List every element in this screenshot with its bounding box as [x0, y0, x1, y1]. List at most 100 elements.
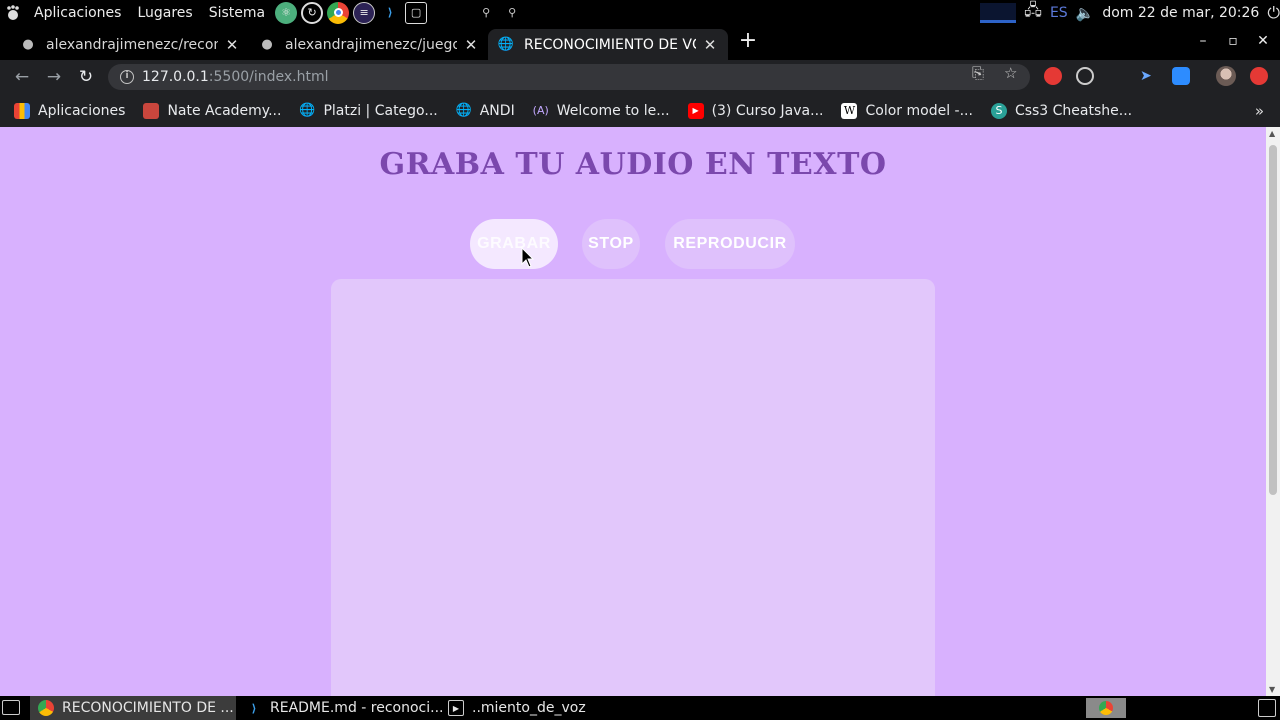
extension-red-icon[interactable]	[1044, 67, 1062, 85]
apps-grid-icon	[14, 102, 30, 119]
update-launcher-icon[interactable]: ↻	[301, 1, 324, 24]
transcript-textarea[interactable]	[331, 279, 935, 696]
extension-target-icon[interactable]	[1076, 67, 1094, 85]
close-icon[interactable]: ✕	[463, 36, 479, 54]
site-info-icon[interactable]: i	[120, 70, 134, 84]
close-icon[interactable]: ✕	[702, 36, 718, 54]
chrome-icon	[1099, 701, 1113, 715]
bookmark-label: Aplicaciones	[38, 102, 126, 119]
taskbar-item-chrome[interactable]: RECONOCIMIENTO DE ...	[30, 696, 236, 720]
clock[interactable]: dom 22 de mar, 20:26	[1102, 5, 1259, 21]
top-panel: Aplicaciones Lugares Sistema ⚛ ↻ ≡ ⟩ ▢ ⚲…	[0, 0, 1280, 25]
minimize-icon[interactable]: –	[1194, 33, 1212, 49]
close-icon[interactable]: ✕	[224, 36, 240, 54]
tab-github-juego[interactable]: ● alexandrajimenezc/juego ✕	[249, 29, 489, 60]
profile-avatar[interactable]	[1216, 66, 1236, 86]
power-icon[interactable]: ⏻	[1267, 3, 1280, 23]
chrome-icon	[38, 700, 54, 716]
translate-icon[interactable]: ⎘	[972, 64, 984, 82]
page-viewport: GRABA TU AUDIO EN TEXTO GRABAR STOP REPR…	[0, 127, 1266, 696]
scroll-down-icon[interactable]: ▼	[1269, 685, 1275, 694]
tab-reconocimiento[interactable]: 🌐 RECONOCIMIENTO DE VC ✕	[488, 29, 728, 60]
mouse-pointer-icon	[521, 247, 535, 268]
taskbar-label: README.md - reconoci...	[270, 700, 442, 716]
close-window-icon[interactable]: ✕	[1254, 33, 1272, 49]
bookmark-color-model[interactable]: W Color model -...	[841, 102, 973, 119]
bookmark-welcome[interactable]: (A) Welcome to le...	[533, 103, 670, 119]
globe-icon: 🌐	[299, 103, 316, 118]
vscode-launcher-icon[interactable]: ⟩	[379, 2, 401, 24]
bottom-panel: RECONOCIMIENTO DE ... ⟩ README.md - reco…	[0, 696, 1280, 720]
reload-icon[interactable]: ↻	[75, 66, 97, 88]
eclipse-launcher-icon[interactable]: ≡	[353, 1, 376, 24]
extension-zoom-icon[interactable]	[1172, 67, 1190, 85]
address-bar[interactable]: i 127.0.0.1 :5500/index.html	[108, 64, 1030, 90]
page-title: GRABA TU AUDIO EN TEXTO	[379, 147, 887, 182]
page-scrollbar[interactable]: ▲ ▼	[1266, 127, 1280, 696]
extension-update-icon[interactable]	[1250, 67, 1268, 85]
angular-icon: (A)	[532, 104, 549, 117]
css-icon: S	[990, 102, 1007, 119]
github-icon: ●	[261, 37, 273, 52]
youtube-icon: ▶	[687, 102, 704, 119]
screenshot-launcher-icon[interactable]: ▢	[405, 1, 428, 24]
taskbar-label: ..miento_de_voz	[472, 700, 586, 716]
bookmark-curso-java[interactable]: ▶ (3) Curso Java...	[687, 102, 824, 119]
bookmark-label: Css3 Cheatshe...	[1014, 102, 1133, 119]
language-indicator[interactable]: ES	[1050, 5, 1068, 21]
url-host: 127.0.0.1	[142, 69, 209, 85]
bookmarks-overflow-icon[interactable]: »	[1255, 102, 1264, 120]
bookmark-aplicaciones[interactable]: Aplicaciones	[14, 102, 126, 119]
tab-title: alexandrajimenezc/recon	[46, 36, 218, 53]
link-launcher-icon[interactable]: ⚲	[475, 2, 497, 24]
menu-sistema[interactable]: Sistema	[201, 5, 273, 21]
taskbar-label: RECONOCIMIENTO DE ...	[62, 700, 234, 716]
network-icon[interactable]: 🖧	[1024, 0, 1042, 26]
record-button[interactable]: GRABAR	[470, 219, 558, 269]
play-button[interactable]: REPRODUCIR	[665, 219, 795, 269]
bookmark-label: Welcome to le...	[556, 102, 670, 119]
show-desktop-icon[interactable]	[2, 700, 20, 715]
bookmarks-bar: Aplicaciones Nate Academy... 🌐 Platzi | …	[0, 94, 1280, 127]
globe-icon: 🌐	[497, 37, 515, 52]
bookmark-label: Color model -...	[865, 102, 973, 119]
scrollbar-thumb[interactable]	[1269, 145, 1277, 495]
terminal-icon: ▶	[448, 700, 464, 716]
bookmark-label: (3) Curso Java...	[711, 102, 824, 119]
bookmark-label: ANDI	[479, 102, 515, 119]
tab-title: alexandrajimenezc/juego	[285, 36, 457, 53]
bookmark-css3-cheatsheet[interactable]: S Css3 Cheatshe...	[990, 102, 1133, 119]
tab-title: RECONOCIMIENTO DE VC	[524, 36, 696, 53]
chrome-launcher-icon[interactable]	[327, 1, 350, 24]
maximize-icon[interactable]: ▫	[1224, 33, 1242, 49]
wikipedia-icon: W	[841, 102, 858, 119]
new-tab-button[interactable]: +	[737, 30, 759, 53]
bookmark-label: Nate Academy...	[167, 102, 282, 119]
extension-cursor-icon[interactable]: ➤	[1140, 68, 1158, 86]
nate-academy-icon	[143, 102, 160, 119]
link-launcher-icon[interactable]: ⚲	[501, 2, 523, 24]
bookmark-andi[interactable]: 🌐 ANDI	[456, 103, 515, 119]
bookmark-nate-academy[interactable]: Nate Academy...	[143, 102, 282, 119]
workspace-switcher[interactable]	[1086, 698, 1126, 718]
taskbar-item-terminal[interactable]: ▶ ..miento_de_voz	[440, 696, 640, 720]
gnome-foot-icon[interactable]	[0, 4, 26, 22]
menu-lugares[interactable]: Lugares	[129, 5, 200, 21]
bookmark-platzi[interactable]: 🌐 Platzi | Catego...	[299, 103, 437, 119]
url-path: :5500/index.html	[208, 69, 329, 85]
stop-button[interactable]: STOP	[582, 219, 640, 269]
menu-aplicaciones[interactable]: Aplicaciones	[26, 5, 129, 21]
atom-launcher-icon[interactable]: ⚛	[275, 1, 298, 24]
tab-github-recon[interactable]: ● alexandrajimenezc/recon ✕	[10, 29, 250, 60]
volume-icon[interactable]: 🔈	[1076, 4, 1095, 22]
github-icon: ●	[22, 37, 34, 52]
system-monitor-icon[interactable]	[980, 2, 1017, 23]
back-icon[interactable]: ←	[11, 66, 33, 88]
bookmark-label: Platzi | Catego...	[323, 102, 438, 119]
scroll-up-icon[interactable]: ▲	[1269, 129, 1275, 138]
trash-icon[interactable]	[1258, 699, 1276, 717]
taskbar-item-vscode[interactable]: ⟩ README.md - reconoci...	[238, 696, 442, 720]
forward-icon[interactable]: →	[43, 66, 65, 88]
bookmark-star-icon[interactable]: ☆	[1004, 64, 1017, 82]
tab-strip: ● alexandrajimenezc/recon ✕ ● alexandraj…	[0, 25, 1280, 60]
